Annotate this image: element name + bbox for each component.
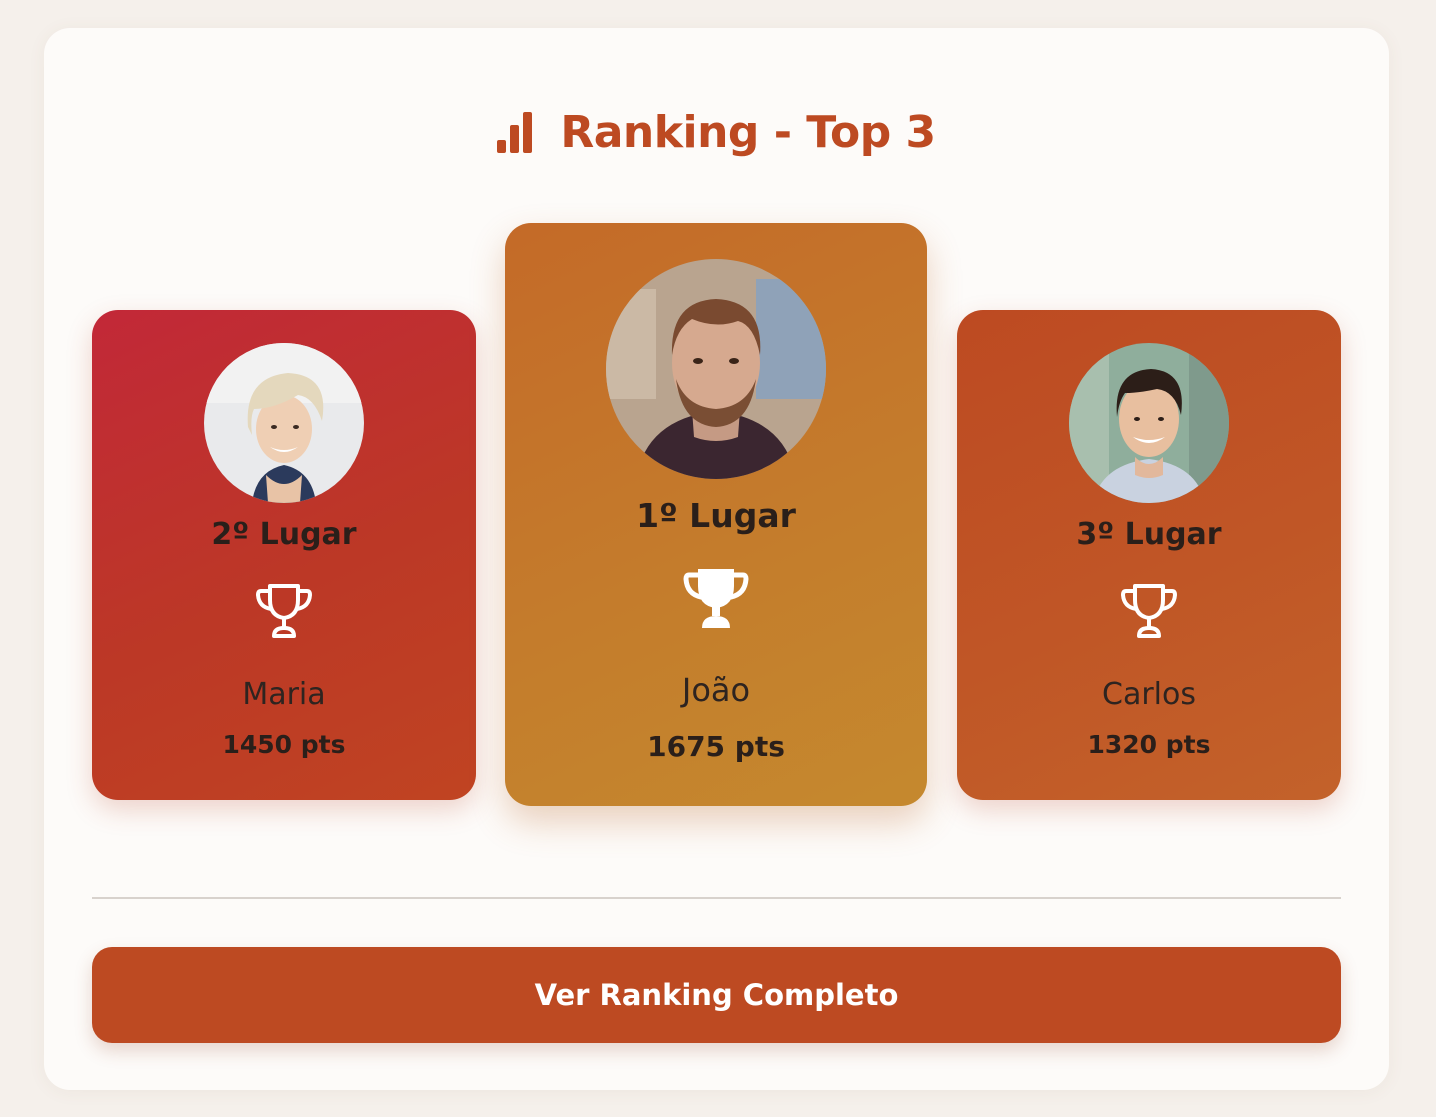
avatar-maria bbox=[204, 343, 364, 503]
avatar-joao bbox=[606, 259, 826, 479]
ranking-header: Ranking - Top 3 bbox=[44, 102, 1389, 162]
place-label: 1º Lugar bbox=[636, 496, 796, 535]
place-label: 3º Lugar bbox=[1076, 517, 1222, 552]
place-label: 2º Lugar bbox=[211, 517, 357, 552]
podium-card-first[interactable]: 1º Lugar João 1675 pts bbox=[505, 223, 927, 806]
player-name: Maria bbox=[242, 677, 326, 712]
player-points: 1320 pts bbox=[1087, 730, 1211, 759]
podium-card-second[interactable]: 2º Lugar Maria 1450 pts bbox=[92, 310, 476, 800]
trophy-filled-icon bbox=[683, 569, 749, 628]
podium-card-third[interactable]: 3º Lugar Carlos 1320 pts bbox=[957, 310, 1341, 800]
bar-chart-icon bbox=[497, 112, 533, 153]
player-points: 1675 pts bbox=[647, 730, 785, 763]
ranking-panel: Ranking - Top 3 2º Lugar Maria 1450 pts … bbox=[44, 28, 1389, 1090]
view-full-ranking-button[interactable]: Ver Ranking Completo bbox=[92, 947, 1341, 1043]
avatar-carlos bbox=[1069, 343, 1229, 503]
trophy-outline-icon bbox=[256, 584, 312, 638]
player-name: João bbox=[681, 671, 751, 709]
player-name: Carlos bbox=[1102, 677, 1196, 712]
divider bbox=[92, 897, 1341, 899]
page-title: Ranking - Top 3 bbox=[560, 106, 936, 158]
player-points: 1450 pts bbox=[222, 730, 346, 759]
trophy-outline-icon bbox=[1121, 584, 1177, 638]
